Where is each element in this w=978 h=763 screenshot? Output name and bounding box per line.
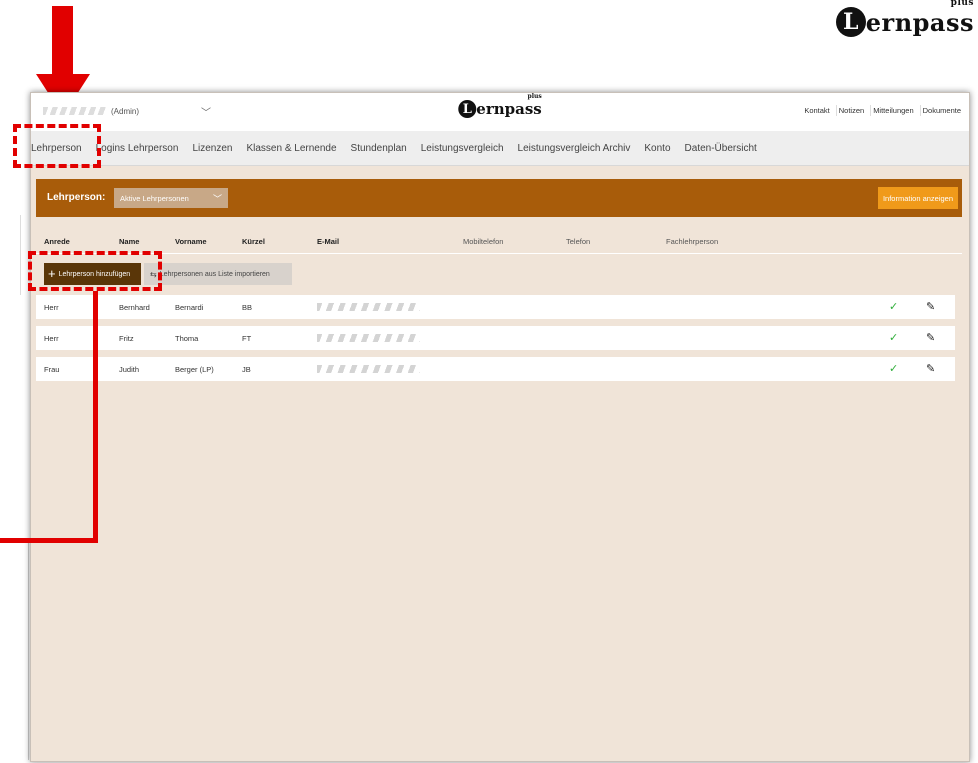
logo-word: ernpass plus [866,0,974,37]
annotation-connector-horizontal [0,538,98,543]
main-nav: Lehrperson Logins Lehrperson Lizenzen Kl… [31,132,969,166]
tab-konto[interactable]: Konto [644,143,670,154]
link-kontakt[interactable]: Kontakt [802,105,831,116]
pencil-icon[interactable]: ✎ [926,331,935,344]
col-anrede[interactable]: Anrede [44,237,70,246]
check-icon: ✓ [889,332,899,344]
table-row[interactable]: Herr Fritz Thoma FT ✓ ✎ [36,326,955,350]
pencil-icon[interactable]: ✎ [926,362,935,375]
user-select[interactable]: (Admin) ﹀ [43,102,211,120]
chevron-down-icon: ﹀ [212,193,222,204]
import-teachers-button[interactable]: ⇆ Lehrpersonen aus Liste importieren [144,263,292,285]
header-links: Kontakt Notizen Mitteilungen Dokumente [802,105,963,116]
app-header: (Admin) ﹀ L ernpass plus Kontakt Notizen… [31,93,969,132]
background-panel-edge-lower [0,540,29,760]
link-notizen[interactable]: Notizen [835,105,866,116]
header-logo: L ernpass plus [458,93,542,118]
annotation-connector-vertical [93,291,98,541]
info-button[interactable]: Information anzeigen [878,187,958,209]
chevron-down-icon: ﹀ [201,107,211,119]
logo-plus: plus [950,0,974,8]
status-select-value: Aktive Lehrpersonen [120,193,189,203]
check-icon: ✓ [889,363,899,375]
col-fachlehrperson[interactable]: Fachlehrperson [666,237,718,246]
redacted-email [317,303,420,311]
tab-logins-lehrperson[interactable]: Logins Lehrperson [96,143,179,154]
tab-lizenzen[interactable]: Lizenzen [192,143,232,154]
redacted-username [43,107,107,115]
tab-leistungsvergleich-archiv[interactable]: Leistungsvergleich Archiv [518,143,631,154]
col-email[interactable]: E-Mail [317,237,339,246]
logo-plus: plus [527,93,542,100]
redacted-email [317,365,420,373]
background-panel-edge [0,215,21,295]
tab-daten-uebersicht[interactable]: Daten-Übersicht [685,143,757,154]
logo-mark: L [458,100,477,118]
table-header: Anrede Name Vorname Kürzel E-Mail Mobilt… [44,237,954,251]
link-mitteilungen[interactable]: Mitteilungen [870,105,915,116]
app-window: (Admin) ﹀ L ernpass plus Kontakt Notizen… [30,92,970,762]
logo-word: ernpass plus [476,93,542,118]
logo-mark: L [835,7,866,37]
table-row[interactable]: Frau Judith Berger (LP) JB ✓ ✎ [36,357,955,381]
user-role-label: (Admin) [111,106,140,116]
col-mobiltelefon[interactable]: Mobiltelefon [463,237,503,246]
col-kuerzel[interactable]: Kürzel [242,237,265,246]
filter-bar: Lehrperson: Aktive Lehrpersonen ﹀ Inform… [36,179,962,217]
redacted-email [317,334,420,342]
status-select[interactable]: Aktive Lehrpersonen ﹀ [114,188,228,208]
annotation-arrow-shaft [52,6,73,76]
pencil-icon[interactable]: ✎ [926,300,935,313]
filter-label: Lehrperson: [47,192,106,203]
col-vorname[interactable]: Vorname [175,237,207,246]
table-row[interactable]: Herr Bernhard Bernardi BB ✓ ✎ [36,295,955,319]
highlight-lehrperson-tab [13,124,101,168]
col-name[interactable]: Name [119,237,139,246]
tab-stundenplan[interactable]: Stundenplan [351,143,407,154]
tab-leistungsvergleich[interactable]: Leistungsvergleich [421,143,504,154]
highlight-add-button [28,251,162,291]
check-icon: ✓ [889,301,899,313]
tab-klassen-lernende[interactable]: Klassen & Lernende [246,143,336,154]
col-telefon[interactable]: Telefon [566,237,590,246]
brand-logo: L ernpass plus [835,0,974,42]
header-divider [36,253,962,254]
link-dokumente[interactable]: Dokumente [919,105,963,116]
